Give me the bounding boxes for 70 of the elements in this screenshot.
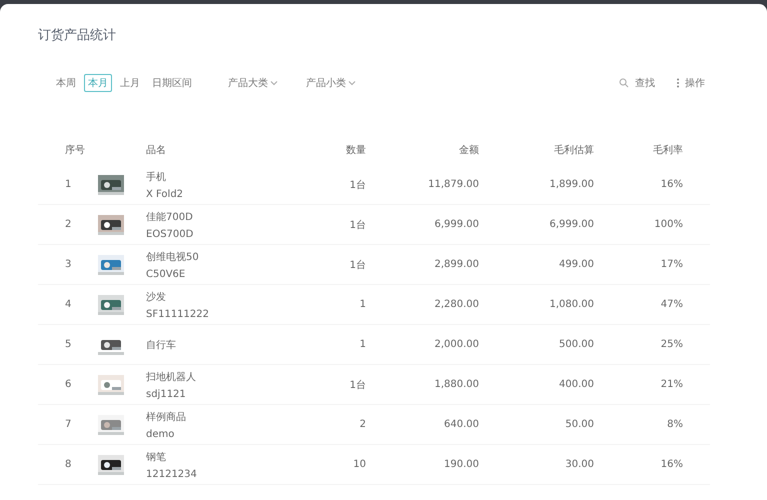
rate-cell-text: 21% <box>660 379 683 390</box>
product-name: 自行车 <box>146 338 177 352</box>
quantity-cell-text: 1台 <box>348 178 366 192</box>
quantity-cell-text: 10 <box>352 459 366 470</box>
rate-cell-text: 17% <box>660 259 683 270</box>
margin-cell-text: 500.00 <box>558 339 594 350</box>
chevron-down-icon <box>270 80 278 86</box>
column-header: 金额 <box>458 144 479 156</box>
product-name: 样例商品 <box>146 410 187 424</box>
margin-cell-text: 30.00 <box>564 459 594 470</box>
margin-cell-text: 400.00 <box>558 379 594 390</box>
product-model: SF11111222 <box>146 308 210 320</box>
quantity-cell-text: 1 <box>358 339 366 350</box>
product-name: 创维电视50 <box>146 250 200 264</box>
product-model: sdj1121 <box>146 388 187 400</box>
column-header: 品名 <box>146 144 167 156</box>
index-cell-text: 4 <box>64 299 72 310</box>
amount-cell-text: 1,880.00 <box>433 379 479 390</box>
product-name: 佳能700D <box>146 210 194 224</box>
margin-cell-text: 1,080.00 <box>548 299 594 310</box>
product-name: 钢笔 <box>146 450 167 464</box>
product-name: 扫地机器人 <box>146 370 197 384</box>
actions-button[interactable]: 操作 <box>677 76 705 90</box>
rate-cell-text: 100% <box>653 219 683 230</box>
quantity-cell-text: 1 <box>358 299 366 310</box>
quantity-cell-text: 2 <box>358 419 366 430</box>
amount-cell-text: 2,000.00 <box>433 339 479 350</box>
rate-cell-text: 16% <box>660 459 683 470</box>
product-name: 沙发 <box>146 290 167 304</box>
column-header: 毛利估算 <box>553 144 594 156</box>
rate-cell-text: 47% <box>660 299 683 310</box>
filter-dropdown[interactable]: 产品小类 <box>306 76 356 90</box>
period-tab[interactable]: 本月 <box>84 74 112 92</box>
column-header: 毛利率 <box>652 144 683 156</box>
product-model: 12121234 <box>146 468 198 480</box>
chevron-down-icon <box>348 80 356 86</box>
product-name: 手机 <box>146 170 167 184</box>
search-icon <box>619 78 629 88</box>
index-cell-text: 7 <box>64 419 72 430</box>
quantity-cell-text: 1台 <box>348 378 366 392</box>
index-cell-text: 5 <box>64 339 72 350</box>
amount-cell-text: 2,280.00 <box>433 299 479 310</box>
margin-cell-text: 50.00 <box>564 419 594 430</box>
margin-cell-text: 6,999.00 <box>548 219 594 230</box>
index-cell-text: 6 <box>64 379 72 390</box>
product-model: X Fold2 <box>146 188 184 200</box>
product-model: demo <box>146 428 176 440</box>
column-header: 序号 <box>64 144 86 156</box>
margin-cell-text: 1,899.00 <box>548 179 594 190</box>
index-cell-text: 1 <box>64 179 72 190</box>
rate-cell-text: 16% <box>660 179 683 190</box>
filter-dropdown[interactable]: 产品大类 <box>228 76 278 90</box>
index-cell-text: 2 <box>64 219 72 230</box>
index-cell-text: 3 <box>64 259 72 270</box>
index-cell-text: 8 <box>64 459 72 470</box>
rate-cell-text: 25% <box>660 339 683 350</box>
amount-cell-text: 190.00 <box>443 459 479 470</box>
amount-cell-text: 6,999.00 <box>433 219 479 230</box>
search-button[interactable]: 查找 <box>619 76 655 90</box>
amount-cell-text: 2,899.00 <box>433 259 479 270</box>
page-title: 订货产品统计 <box>38 27 117 44</box>
amount-cell-text: 640.00 <box>443 419 479 430</box>
rate-cell-text: 8% <box>666 419 683 430</box>
amount-cell-text: 11,879.00 <box>427 179 479 190</box>
quantity-cell-text: 1台 <box>348 218 366 232</box>
quantity-cell-text: 1台 <box>348 258 366 272</box>
column-header: 数量 <box>345 144 366 156</box>
margin-cell-text: 499.00 <box>558 259 594 270</box>
product-model: C50V6E <box>146 268 186 280</box>
product-model: EOS700D <box>146 228 194 240</box>
